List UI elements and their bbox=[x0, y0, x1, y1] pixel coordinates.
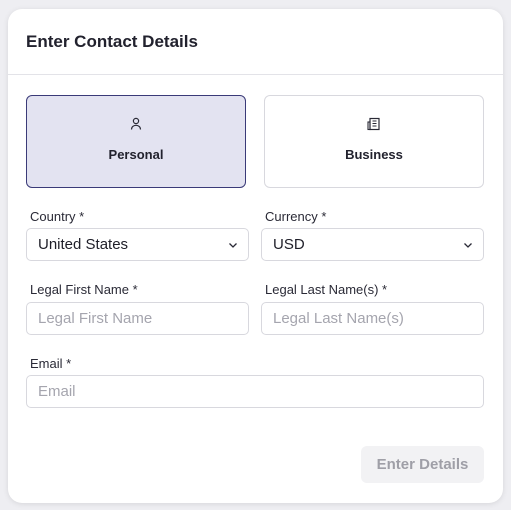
enter-details-button[interactable]: Enter Details bbox=[361, 446, 484, 483]
currency-value: USD bbox=[273, 236, 305, 253]
personal-option-label: Personal bbox=[108, 147, 164, 162]
last-name-label: Legal Last Name(s) * bbox=[265, 282, 388, 297]
personal-option[interactable]: Personal bbox=[26, 95, 246, 188]
chevron-down-icon bbox=[464, 243, 472, 248]
email-field[interactable]: Email bbox=[26, 375, 484, 408]
first-name-field[interactable]: Legal First Name bbox=[26, 302, 249, 335]
business-option-label: Business bbox=[345, 147, 403, 162]
page-title: Enter Contact Details bbox=[26, 32, 198, 51]
last-name-placeholder: Legal Last Name(s) bbox=[273, 310, 404, 327]
building-icon bbox=[367, 117, 380, 131]
currency-select[interactable]: USD bbox=[261, 228, 484, 261]
contact-details-card: Enter Contact Details Personal Business … bbox=[8, 9, 503, 503]
currency-label: Currency * bbox=[265, 209, 327, 224]
person-icon bbox=[130, 117, 142, 130]
business-option[interactable]: Business bbox=[264, 95, 484, 188]
card-header: Enter Contact Details bbox=[8, 9, 503, 75]
country-select[interactable]: United States bbox=[26, 228, 249, 261]
first-name-placeholder: Legal First Name bbox=[38, 310, 153, 327]
chevron-down-icon bbox=[229, 243, 237, 248]
email-placeholder: Email bbox=[38, 383, 76, 400]
email-label: Email * bbox=[30, 356, 72, 371]
account-type-selector: Personal Business bbox=[26, 95, 484, 188]
first-name-label: Legal First Name * bbox=[30, 282, 138, 297]
last-name-field[interactable]: Legal Last Name(s) bbox=[261, 302, 484, 335]
country-value: United States bbox=[38, 236, 129, 253]
country-label: Country * bbox=[30, 209, 85, 224]
